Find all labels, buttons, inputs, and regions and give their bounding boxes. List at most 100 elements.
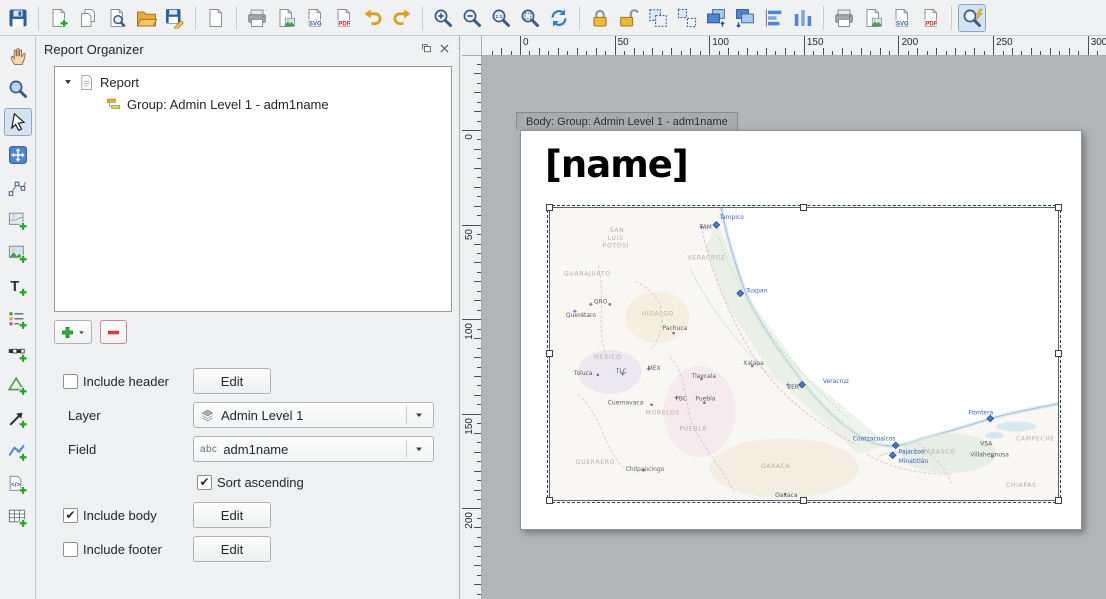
tree-item-report[interactable]: Report [55, 71, 451, 93]
undo-button[interactable] [359, 4, 387, 32]
zoom-tool-button[interactable] [4, 75, 32, 103]
select-move-item-tool-button[interactable] [4, 108, 32, 136]
export-report-pdf-icon: PDF [920, 7, 942, 29]
refresh-view-button[interactable] [545, 4, 573, 32]
magnifier-settings-tool-button[interactable] [958, 4, 986, 32]
export-report-svg-button[interactable]: SVG [888, 4, 916, 32]
zoom-full-button[interactable] [516, 4, 544, 32]
float-panel-button[interactable] [420, 42, 433, 55]
lock-items-button[interactable] [586, 4, 614, 32]
new-layout-button[interactable] [45, 4, 73, 32]
distribute-items-button[interactable] [789, 4, 817, 32]
name-label-item[interactable]: [name] [545, 143, 688, 186]
body-edit-button[interactable]: Edit [193, 502, 271, 528]
export-as-svg-button[interactable]: SVG [301, 4, 329, 32]
ruler-tick [477, 215, 481, 216]
ruler-tick [1069, 48, 1070, 55]
ruler-tick [474, 584, 481, 585]
ruler-tick [539, 48, 540, 55]
report-tree[interactable]: Report Group: Admin Level 1 - adm1name [54, 66, 452, 312]
map-label: TABASCO [922, 448, 956, 455]
layer-combobox[interactable]: Admin Level 1 [193, 402, 434, 428]
zoom-out-button[interactable] [458, 4, 486, 32]
save-as-template-button[interactable] [161, 4, 189, 32]
export-as-image-button[interactable] [272, 4, 300, 32]
ruler-tick [605, 51, 606, 55]
export-report-pdf-button[interactable]: PDF [917, 4, 945, 32]
tree-item-group[interactable]: Group: Admin Level 1 - adm1name [55, 93, 451, 115]
lower-items-button[interactable] [731, 4, 759, 32]
ruler-tick [477, 461, 481, 462]
zoom-in-button[interactable] [429, 4, 457, 32]
handle-n[interactable] [800, 204, 807, 211]
load-from-template-button[interactable] [132, 4, 160, 32]
layout-manager-button[interactable] [103, 4, 131, 32]
add-html-button[interactable]: </> [4, 471, 32, 499]
ruler-tick [889, 51, 890, 55]
move-item-content-tool-button[interactable] [4, 141, 32, 169]
add-node-item-button[interactable] [4, 438, 32, 466]
add-label-button[interactable]: T [4, 273, 32, 301]
layout-canvas[interactable]: Body: Group: Admin Level 1 - adm1name [n… [482, 56, 1106, 599]
ruler-tick [681, 51, 682, 55]
add-shape-button[interactable] [4, 372, 32, 400]
include-footer-checkbox[interactable] [63, 542, 78, 557]
group-items-button[interactable] [644, 4, 672, 32]
field-combobox[interactable]: abc adm1name [193, 436, 434, 462]
edit-nodes-tool-button[interactable] [4, 174, 32, 202]
handle-nw[interactable] [546, 204, 553, 211]
add-legend-button[interactable] [4, 306, 32, 334]
header-edit-button[interactable]: Edit [193, 368, 271, 394]
map-label: POTOSÍ [603, 243, 629, 250]
ruler-tick [477, 423, 481, 424]
add-picture-button[interactable] [4, 240, 32, 268]
footer-edit-button[interactable]: Edit [193, 536, 271, 562]
handle-w[interactable] [546, 350, 553, 357]
add-attribute-table-button[interactable] [4, 504, 32, 532]
svg-text:SVG: SVG [309, 21, 322, 27]
sort-ascending-checkbox[interactable]: ✔ [197, 475, 212, 490]
export-report-image-button[interactable] [859, 4, 887, 32]
map-label: VERACRUZ [687, 255, 725, 262]
ruler-tick [477, 594, 481, 595]
expander-icon[interactable] [63, 77, 73, 87]
handle-sw[interactable] [546, 497, 553, 504]
add-section-button[interactable] [54, 320, 92, 344]
print-report-button[interactable] [830, 4, 858, 32]
pan-tool-button[interactable] [4, 42, 32, 70]
ruler-corner [462, 36, 482, 56]
map-item[interactable]: SANLUISPOTOSÍGUANAJUATOVERACRUZHIDALGOMÉ… [549, 207, 1059, 501]
save-project-button[interactable] [4, 4, 32, 32]
handle-s[interactable] [800, 497, 807, 504]
print-layout-button[interactable] [243, 4, 271, 32]
unlock-items-button[interactable] [615, 4, 643, 32]
ruler-tick [477, 196, 481, 197]
add-items-from-template-button[interactable] [202, 4, 230, 32]
export-as-pdf-button[interactable]: PDF [330, 4, 358, 32]
handle-ne[interactable] [1055, 204, 1062, 211]
map-label: Toluca [573, 370, 593, 377]
include-body-checkbox[interactable]: ✔ [63, 508, 78, 523]
zoom-actual-button[interactable]: 1:1 [487, 4, 515, 32]
ruler-tick [462, 225, 481, 226]
include-header-checkbox[interactable] [63, 374, 78, 389]
add-scalebar-button[interactable] [4, 339, 32, 367]
align-items-button[interactable] [760, 4, 788, 32]
ungroup-items-button[interactable] [673, 4, 701, 32]
handle-e[interactable] [1055, 350, 1062, 357]
duplicate-layout-button[interactable] [74, 4, 102, 32]
handle-se[interactable] [1055, 497, 1062, 504]
add-label-icon: T [7, 276, 29, 298]
add-map-button[interactable] [4, 207, 32, 235]
add-arrow-button[interactable] [4, 405, 32, 433]
close-panel-button[interactable] [438, 42, 451, 55]
ruler-tick [474, 187, 481, 188]
ruler-label: 200 [901, 37, 918, 48]
city-dot [608, 303, 611, 306]
remove-section-button[interactable] [100, 320, 127, 344]
ruler-label: 50 [464, 229, 475, 240]
city-dot [597, 374, 600, 377]
raise-items-button[interactable] [702, 4, 730, 32]
redo-button[interactable] [388, 4, 416, 32]
ruler-tick [477, 272, 481, 273]
